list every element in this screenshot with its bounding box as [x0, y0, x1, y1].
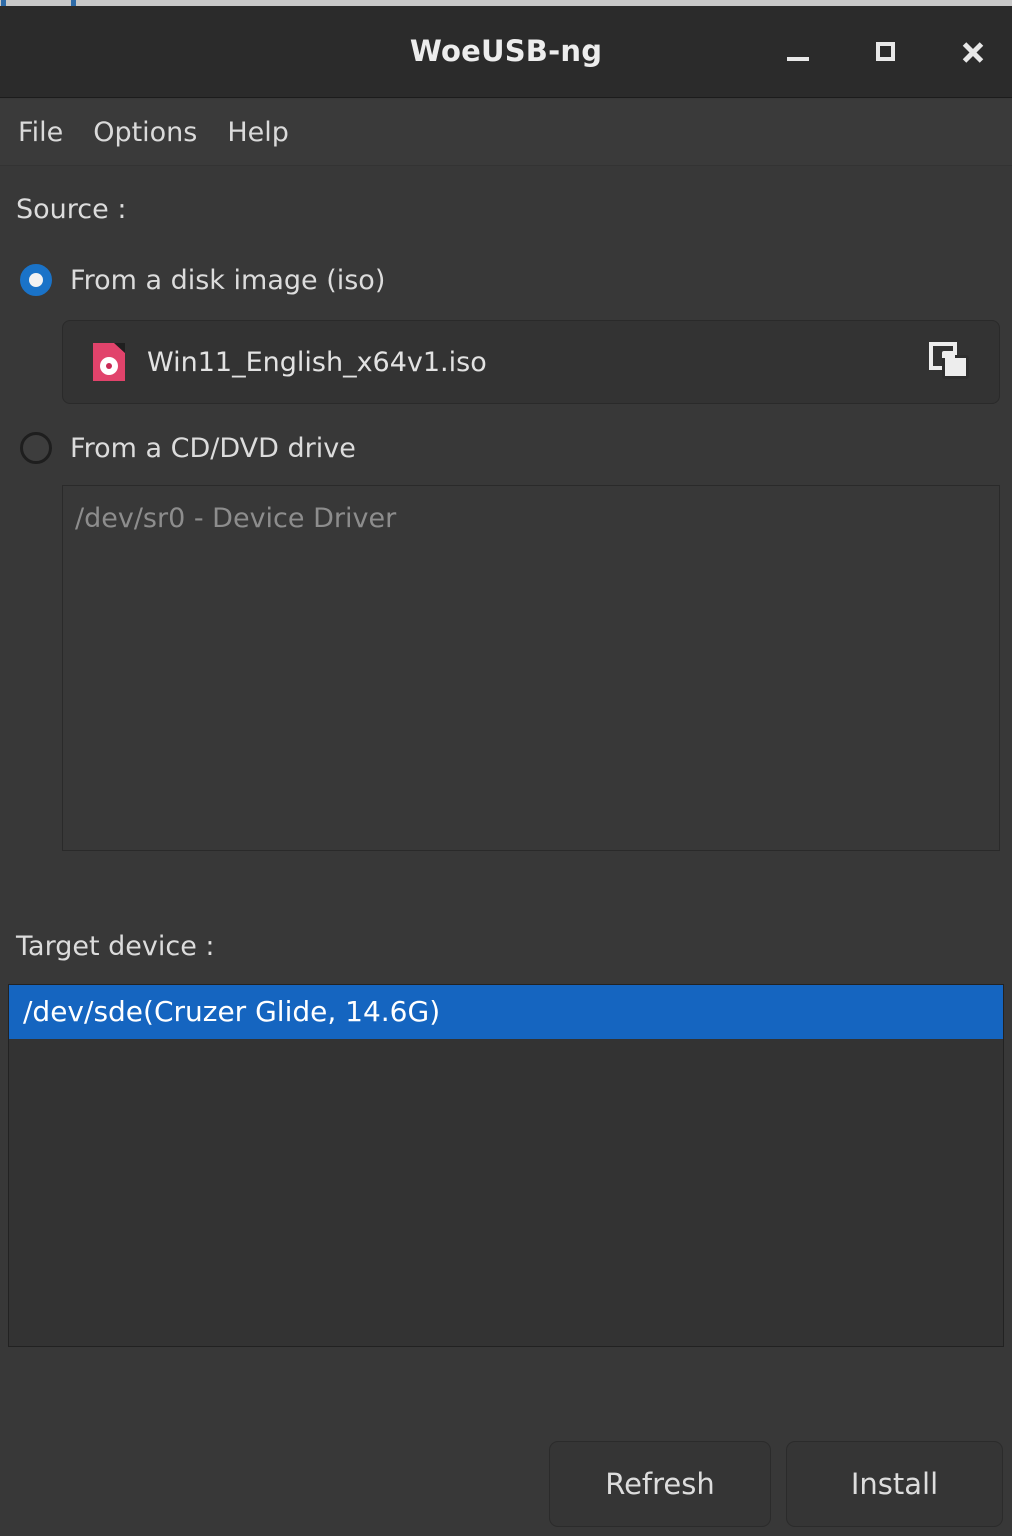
cddvd-device-list[interactable]: /dev/sr0 - Device Driver [62, 485, 1000, 851]
minimize-button[interactable] [762, 6, 834, 97]
source-option-cddvd-label: From a CD/DVD drive [70, 432, 356, 464]
close-icon [961, 40, 985, 64]
title-bar[interactable]: WoeUSB-ng [0, 6, 1012, 98]
source-label: Source : [16, 194, 127, 225]
menu-item-options[interactable]: Options [93, 111, 213, 154]
minimize-icon [787, 56, 809, 61]
list-item[interactable]: /dev/sr0 - Device Driver [63, 486, 999, 534]
target-device-list[interactable]: /dev/sde(Cruzer Glide, 14.6G) [8, 984, 1004, 1347]
iso-file-field[interactable]: Win11_English_x64v1.iso [62, 320, 1000, 404]
radio-cddvd-icon[interactable] [20, 432, 52, 464]
browse-folder-icon[interactable] [929, 340, 971, 384]
menu-item-help[interactable]: Help [227, 111, 305, 154]
iso-disc-icon [93, 343, 125, 381]
main-content: Source : From a disk image (iso) Win11_E… [0, 166, 1012, 1536]
radio-iso-icon[interactable] [20, 264, 52, 296]
source-option-cddvd[interactable]: From a CD/DVD drive [20, 432, 356, 464]
menu-item-file[interactable]: File [18, 111, 79, 154]
close-button[interactable] [937, 6, 1009, 97]
browse-icon-folder [942, 351, 969, 379]
iso-file-name: Win11_English_x64v1.iso [147, 346, 487, 378]
iso-icon-disc [100, 357, 118, 375]
woeusb-window: WoeUSB-ng File Options Help Source : Fro… [0, 0, 1012, 1536]
menu-bar: File Options Help [0, 99, 1012, 166]
target-device-label: Target device : [16, 931, 215, 962]
maximize-icon [875, 42, 895, 61]
refresh-button[interactable]: Refresh [549, 1441, 771, 1527]
install-button[interactable]: Install [786, 1441, 1003, 1527]
source-option-iso[interactable]: From a disk image (iso) [20, 264, 385, 296]
maximize-button[interactable] [849, 6, 921, 97]
list-item[interactable]: /dev/sde(Cruzer Glide, 14.6G) [9, 985, 1003, 1039]
source-option-iso-label: From a disk image (iso) [70, 264, 386, 296]
